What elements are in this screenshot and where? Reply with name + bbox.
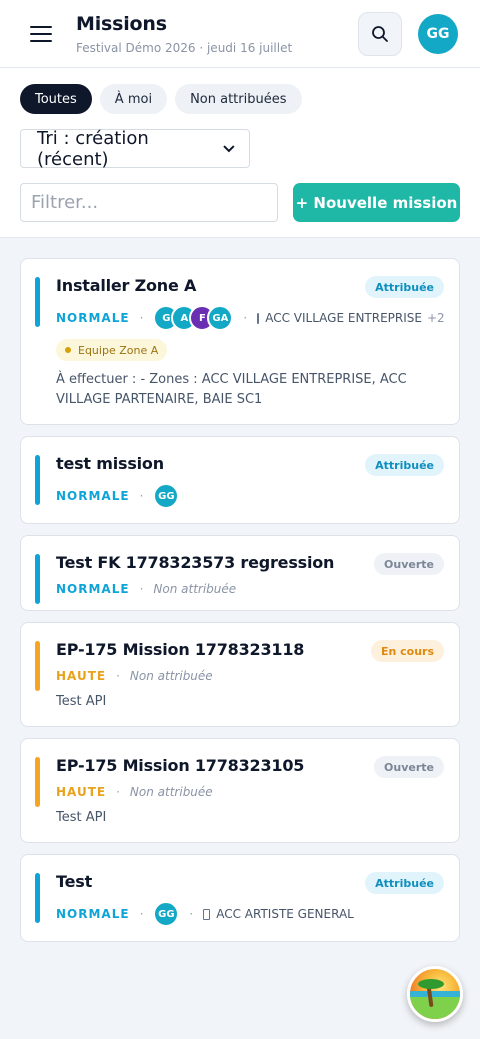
- separator-dot: ·: [189, 907, 194, 921]
- mission-meta: HAUTE · Non attribuée: [56, 785, 443, 799]
- unassigned-label: Non attribuée: [129, 669, 213, 683]
- priority-bar: [35, 641, 40, 691]
- priority-label: HAUTE: [56, 669, 107, 683]
- priority-label: NORMALE: [56, 907, 130, 921]
- toolbar: Toutes À moi Non attribuées Tri : créati…: [0, 68, 480, 238]
- separator-dot: ·: [116, 785, 120, 799]
- avatar: GA: [207, 305, 234, 331]
- mission-meta: NORMALE · G A F GA · ACC VILLAGE ENTREPR…: [56, 305, 445, 331]
- location-icon: [203, 908, 211, 920]
- priority-label: NORMALE: [56, 582, 130, 596]
- app-header: Missions Festival Démo 2026 · jeudi 16 j…: [0, 0, 480, 68]
- priority-label: NORMALE: [56, 311, 130, 325]
- location-icon: [257, 312, 260, 324]
- status-badge: Attribuée: [365, 276, 444, 298]
- chevron-down-icon: [223, 144, 235, 152]
- priority-bar: [35, 277, 40, 327]
- mission-card[interactable]: test mission Attribuée NORMALE · GG: [20, 436, 460, 524]
- mission-description: Test API: [56, 810, 107, 825]
- team-label: Equipe Zone A: [78, 343, 159, 357]
- mission-card[interactable]: EP-175 Mission 1778323105 Ouverte HAUTE …: [20, 738, 460, 843]
- page-title: Missions: [76, 12, 167, 35]
- actions-row: Filtrer... + Nouvelle mission: [20, 183, 460, 222]
- location-label: ACC ARTISTE GENERAL: [216, 907, 354, 921]
- title-block: Missions Festival Démo 2026 · jeudi 16 j…: [76, 13, 358, 55]
- mission-meta: HAUTE · Non attribuée: [56, 669, 443, 683]
- mission-card[interactable]: EP-175 Mission 1778323118 En cours HAUTE…: [20, 622, 460, 727]
- mission-description: Test API: [56, 694, 107, 709]
- palm-leaves-icon: [418, 979, 444, 989]
- search-button[interactable]: [358, 11, 402, 56]
- tab-all[interactable]: Toutes: [20, 84, 92, 114]
- status-badge: Attribuée: [365, 454, 444, 476]
- sort-select[interactable]: Tri : création (récent): [20, 127, 250, 170]
- priority-bar: [35, 455, 40, 505]
- filter-input[interactable]: Filtrer...: [20, 183, 278, 222]
- team-badge: Equipe Zone A: [56, 339, 168, 361]
- mission-card[interactable]: Installer Zone A Attribuée NORMALE · G A…: [20, 258, 460, 425]
- avatar: GG: [153, 483, 180, 509]
- mission-card[interactable]: Test FK 1778323573 regression Ouverte NO…: [20, 535, 460, 611]
- user-avatar[interactable]: GG: [418, 13, 458, 54]
- new-mission-button[interactable]: + Nouvelle mission: [293, 183, 460, 222]
- menu-icon[interactable]: [30, 25, 52, 43]
- assignee-avatars: G A F GA: [153, 305, 234, 331]
- filter-tabs: Toutes À moi Non attribuées: [20, 84, 460, 114]
- island-shape: [410, 997, 460, 1019]
- search-icon: [372, 25, 388, 42]
- avatar: GG: [153, 901, 180, 927]
- separator-dot: ·: [139, 907, 144, 921]
- mission-meta: NORMALE · GG: [56, 483, 443, 509]
- location-label: ACC VILLAGE ENTREPRISE: [265, 311, 422, 325]
- priority-bar: [35, 554, 40, 604]
- status-badge: En cours: [370, 640, 444, 662]
- tab-unassigned[interactable]: Non attribuées: [175, 84, 302, 114]
- priority-bar: [35, 757, 40, 807]
- separator-dot: ·: [243, 311, 248, 325]
- mission-meta: NORMALE · GG · ACC ARTISTE GENERAL: [56, 901, 443, 927]
- unassigned-label: Non attribuée: [153, 582, 237, 596]
- tab-mine[interactable]: À moi: [99, 84, 168, 114]
- mission-list: Installer Zone A Attribuée NORMALE · G A…: [0, 238, 480, 942]
- mission-card[interactable]: Test Attribuée NORMALE · GG · ACC ARTIST…: [20, 854, 460, 942]
- page-subtitle: Festival Démo 2026 · jeudi 16 juillet: [76, 40, 293, 55]
- status-badge: Attribuée: [365, 872, 444, 894]
- mission-meta: NORMALE · Non attribuée: [56, 582, 443, 596]
- team-dot-icon: [65, 347, 71, 353]
- assignee-avatars: GG: [153, 901, 180, 927]
- separator-dot: ·: [139, 311, 144, 325]
- priority-label: HAUTE: [56, 785, 107, 799]
- unassigned-label: Non attribuée: [129, 785, 213, 799]
- separator-dot: ·: [116, 669, 120, 683]
- mission-description: À effectuer : - Zones : ACC VILLAGE ENTR…: [56, 372, 407, 407]
- status-badge: Ouverte: [374, 553, 444, 575]
- separator-dot: ·: [139, 489, 144, 503]
- priority-bar: [35, 873, 40, 923]
- priority-label: NORMALE: [56, 489, 130, 503]
- status-badge: Ouverte: [374, 756, 444, 778]
- separator-dot: ·: [139, 582, 144, 596]
- sort-label: Tri : création (récent): [37, 127, 149, 170]
- island-fab-button[interactable]: [407, 966, 463, 1022]
- more-count: +2: [427, 311, 445, 325]
- assignee-avatars: GG: [153, 483, 180, 509]
